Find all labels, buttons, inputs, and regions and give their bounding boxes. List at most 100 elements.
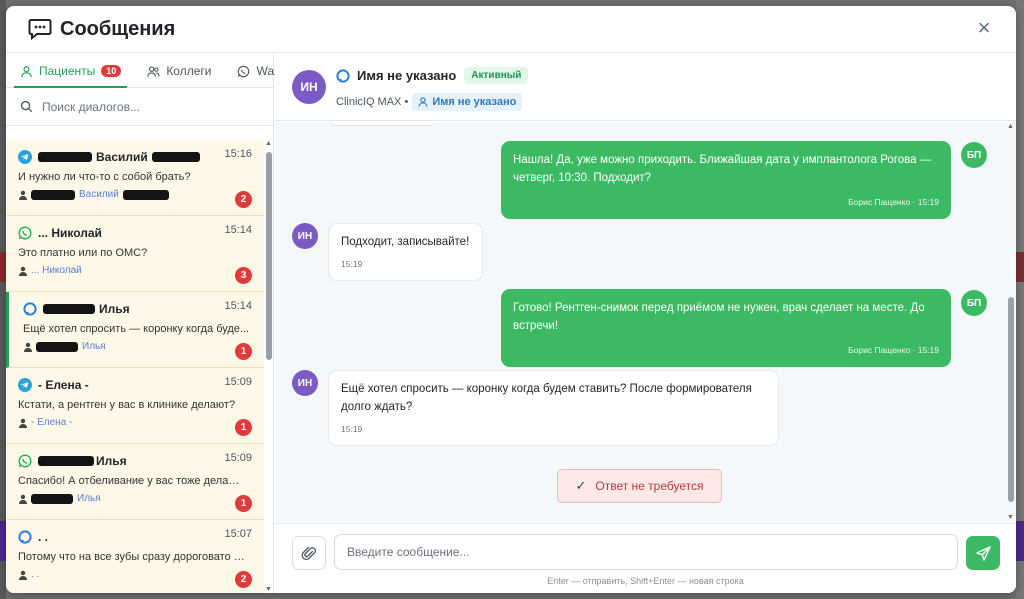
search-icon <box>20 100 33 113</box>
dialog-time: 15:09 <box>224 452 252 464</box>
no-reply-needed-button[interactable]: ✓ Ответ не требуется <box>557 469 722 503</box>
dialog-item-selected[interactable]: Илья 15:14 Ещё хотел спросить — коронку … <box>6 292 264 368</box>
incoming-message: Подходит, записывайте! 15:19 <box>328 223 483 281</box>
modal-header: Сообщения × <box>6 6 1016 53</box>
whatsapp-icon <box>18 454 32 468</box>
dialog-contact: Илья <box>77 493 101 504</box>
redacted-text <box>122 189 169 200</box>
dialog-list: Василий 15:16 И нужно ли что-то с собой … <box>6 140 264 593</box>
unread-badge: 1 <box>235 343 252 360</box>
search-input[interactable] <box>42 99 252 114</box>
scrollbar-thumb[interactable] <box>266 152 272 360</box>
scroll-up-arrow-icon[interactable]: ▲ <box>1007 123 1014 130</box>
messages-modal: Сообщения × Пациенты 10 Коллеги Wazzup <box>6 6 1016 593</box>
close-icon: × <box>977 15 991 40</box>
dialog-contact: . . <box>31 569 40 580</box>
chat-panel: ИН Имя не указано Активный ClinicIQ MAX … <box>275 54 1016 593</box>
person-icon <box>19 570 27 580</box>
dialog-name: Василий <box>96 150 148 164</box>
redacted-text <box>38 152 92 162</box>
modal-title: Сообщения <box>60 17 176 40</box>
redacted-text <box>31 189 75 200</box>
unread-badge: 3 <box>235 267 252 284</box>
redacted-text <box>36 341 78 352</box>
message-meta: Борис Пащенко · 15:19 <box>848 345 939 355</box>
dialog-name: Илья <box>99 302 130 316</box>
person-icon <box>24 342 32 352</box>
redacted-text <box>38 456 94 466</box>
message-input[interactable] <box>334 534 958 570</box>
message-text: Нашла! Да, уже можно приходить. Ближайша… <box>513 154 932 184</box>
person-icon <box>19 494 27 504</box>
redacted-text <box>151 152 200 162</box>
tab-colleagues[interactable]: Коллеги <box>145 64 217 87</box>
outgoing-message: Готово! Рентген-снимок перед приёмом не … <box>501 289 951 367</box>
backdrop-right-purple-strip <box>1016 521 1024 561</box>
person-icon <box>19 190 27 200</box>
scroll-down-arrow-icon[interactable]: ▼ <box>265 586 272 593</box>
person-icon <box>19 266 27 276</box>
max-icon <box>336 68 350 83</box>
composer-hint: Enter — отправить, Shift+Enter — новая с… <box>547 576 744 586</box>
person-icon <box>21 65 32 77</box>
tab-colleagues-label: Коллеги <box>166 64 212 78</box>
avatar: ИН <box>292 70 326 104</box>
message-text: Ещё хотел спросить — коронку когда будем… <box>341 383 752 413</box>
dialog-name: . . <box>38 530 49 544</box>
backdrop-right-red-strip <box>1016 252 1024 282</box>
dialog-item[interactable]: . . 15:07 Потому что на все зубы сразу д… <box>6 520 264 593</box>
message-meta: Борис Пащенко · 15:19 <box>848 197 939 207</box>
message-text: Готово! Рентген-снимок перед приёмом не … <box>513 302 925 332</box>
scroll-up-arrow-icon[interactable]: ▲ <box>265 140 272 147</box>
avatar: ИН <box>292 370 318 396</box>
check-icon: ✓ <box>575 478 587 493</box>
dialog-item[interactable]: Василий 15:16 И нужно ли что-то с собой … <box>6 140 264 216</box>
avatar: БП <box>961 290 987 316</box>
chat-source: ClinicIQ MAX • <box>336 96 409 108</box>
dialog-item[interactable]: - Елена - 15:09 Кстати, а рентген у вас … <box>6 368 264 444</box>
scrollbar-thumb[interactable] <box>1008 297 1014 502</box>
people-icon <box>147 65 160 77</box>
whatsapp-icon <box>18 226 32 240</box>
max-icon <box>23 302 37 316</box>
tab-patients-label: Пациенты <box>39 64 96 78</box>
dialog-name: Илья <box>96 454 127 468</box>
avatar: ИН <box>292 223 318 249</box>
dialog-item[interactable]: ... Николай 15:14 Это платно или по ОМС?… <box>6 216 264 292</box>
message-text: Подходит, записывайте! <box>341 236 470 248</box>
dialog-time: 15:09 <box>224 376 252 388</box>
backdrop-right-strip <box>1016 0 1024 599</box>
message-thread: Нашла! Да, уже можно приходить. Ближайша… <box>275 122 1016 522</box>
assigned-contact-chip[interactable]: Имя не указано <box>412 93 523 111</box>
contact-name[interactable]: Имя не указано <box>357 68 456 83</box>
status-badge: Активный <box>464 67 529 84</box>
previous-message-edge <box>328 122 438 126</box>
dialog-search <box>6 88 273 126</box>
tab-patients[interactable]: Пациенты 10 <box>13 64 128 88</box>
telegram-icon <box>18 378 32 392</box>
dialog-time: 15:16 <box>224 148 252 160</box>
attach-button[interactable] <box>292 536 326 570</box>
close-button[interactable]: × <box>974 15 994 40</box>
scroll-down-arrow-icon[interactable]: ▼ <box>1007 514 1014 521</box>
send-button[interactable] <box>966 536 1000 570</box>
message-composer: Enter — отправить, Shift+Enter — новая с… <box>275 523 1016 593</box>
dialog-name: - Елена - <box>38 378 89 392</box>
dialog-item[interactable]: Илья 15:09 Спасибо! А отбеливание у вас … <box>6 444 264 520</box>
dialog-time: 15:07 <box>224 528 252 540</box>
dialog-last-message: Спасибо! А отбеливание у вас тоже делают… <box>18 475 246 487</box>
chat-header: ИН Имя не указано Активный ClinicIQ MAX … <box>275 54 1016 121</box>
dialog-last-message: Это платно или по ОМС? <box>18 247 148 259</box>
redacted-text <box>43 304 95 314</box>
unread-badge: 1 <box>235 419 252 436</box>
sidebar-tabs: Пациенты 10 Коллеги Wazzup <box>6 54 299 88</box>
dialog-list-scrollbar[interactable]: ▲ ▼ <box>264 140 274 593</box>
message-meta: 15:19 <box>341 424 363 434</box>
dialog-last-message: Потому что на все зубы сразу дороговато … <box>18 551 246 563</box>
dialog-name: ... Николай <box>38 226 102 240</box>
outgoing-message: Нашла! Да, уже можно приходить. Ближайша… <box>501 141 951 219</box>
chat-bubble-icon <box>28 19 52 40</box>
no-reply-label: Ответ не требуется <box>595 479 704 493</box>
message-thread-scrollbar[interactable]: ▲ ▼ <box>1006 122 1016 522</box>
assigned-contact-label: Имя не указано <box>432 96 517 108</box>
